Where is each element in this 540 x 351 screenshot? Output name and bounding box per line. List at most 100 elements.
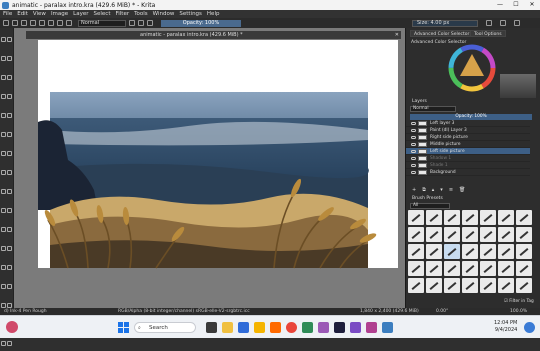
layer-row[interactable]: Right side picture	[406, 134, 530, 141]
mirror-vertical-icon[interactable]	[500, 20, 506, 26]
fill-tool-icon[interactable]	[7, 208, 12, 213]
menu-file[interactable]: File	[3, 11, 12, 17]
open-document-icon[interactable]	[12, 20, 18, 26]
dynamic-brush-icon[interactable]	[1, 151, 6, 156]
brush-preset-icon[interactable]	[66, 20, 72, 26]
visibility-eye-icon[interactable]	[411, 170, 416, 174]
brush-preset[interactable]	[498, 244, 514, 259]
freehand-select-icon[interactable]	[7, 284, 12, 289]
text-tool-icon[interactable]	[1, 56, 6, 61]
menu-edit[interactable]: Edit	[17, 11, 28, 17]
brush-preset[interactable]	[408, 210, 424, 225]
krita-taskbar-icon[interactable]	[382, 322, 393, 333]
save-icon[interactable]	[21, 20, 27, 26]
redo-icon[interactable]	[39, 20, 45, 26]
brush-preset[interactable]	[444, 261, 460, 276]
preserve-alpha-icon[interactable]	[138, 20, 144, 26]
document-tab[interactable]: animatic - paralax intro.kra (429.6 MiB)…	[26, 31, 401, 39]
enclose-fill-icon[interactable]	[1, 227, 6, 232]
layer-row[interactable]: Left layer 3	[406, 120, 530, 127]
brush-preset[interactable]	[426, 278, 442, 293]
gradient-tool-icon[interactable]	[7, 189, 12, 194]
measure-tool-icon[interactable]	[1, 246, 6, 251]
brush-preset[interactable]	[408, 278, 424, 293]
polyline-tool-icon[interactable]	[7, 113, 12, 118]
brush-preset[interactable]	[408, 244, 424, 259]
multibrush-icon[interactable]	[7, 151, 12, 156]
reload-preset-icon[interactable]	[147, 20, 153, 26]
visibility-eye-icon[interactable]	[411, 142, 416, 146]
delete-layer-icon[interactable]: 🗑	[459, 187, 465, 193]
opacity-slider[interactable]: Opacity: 100%	[161, 19, 241, 27]
line-tool-icon[interactable]	[7, 75, 12, 80]
reference-tool-icon[interactable]	[7, 246, 12, 251]
layer-properties-icon[interactable]: ≡	[449, 187, 453, 193]
app-icon[interactable]	[366, 322, 377, 333]
color-picker-icon[interactable]	[1, 208, 6, 213]
brush-preset[interactable]	[498, 227, 514, 242]
new-document-icon[interactable]	[3, 20, 9, 26]
brush-preset[interactable]	[516, 261, 532, 276]
document-close-icon[interactable]: ✕	[395, 31, 399, 39]
visibility-eye-icon[interactable]	[411, 156, 416, 160]
menu-layer[interactable]: Layer	[73, 11, 88, 17]
after-effects-icon[interactable]	[334, 322, 345, 333]
brush-preset[interactable]	[426, 210, 442, 225]
brush-preset[interactable]	[480, 244, 496, 259]
minimize-button[interactable]: —	[492, 0, 508, 10]
visibility-eye-icon[interactable]	[411, 121, 416, 125]
brush-preset[interactable]	[516, 278, 532, 293]
store-icon[interactable]	[318, 322, 329, 333]
menu-select[interactable]: Select	[94, 11, 111, 17]
maximize-button[interactable]: ☐	[508, 0, 524, 10]
brush-preset[interactable]	[462, 261, 478, 276]
layer-row[interactable]: Shade 1	[406, 162, 530, 169]
calligraphy-icon[interactable]	[7, 56, 12, 61]
filter-in-tag-checkbox[interactable]: ☑ Filter in Tag	[504, 299, 534, 304]
layer-row[interactable]: Background	[406, 169, 530, 176]
close-button[interactable]: ✕	[524, 0, 540, 10]
erase-mode-icon[interactable]	[129, 20, 135, 26]
brush-preset[interactable]	[444, 210, 460, 225]
brush-preset[interactable]	[516, 244, 532, 259]
layer-blend-select[interactable]: Normal	[410, 106, 456, 112]
brush-preset[interactable]	[444, 278, 460, 293]
chrome-icon[interactable]	[286, 322, 297, 333]
visibility-eye-icon[interactable]	[411, 163, 416, 167]
layer-row-selected[interactable]: Left side picture	[406, 148, 530, 155]
menu-filter[interactable]: Filter	[115, 11, 129, 17]
brush-preset[interactable]	[408, 227, 424, 242]
firefox-icon[interactable]	[270, 322, 281, 333]
taskbar-search[interactable]: Search	[134, 322, 196, 333]
blend-mode-select[interactable]: Normal	[78, 19, 126, 27]
undo-icon[interactable]	[30, 20, 36, 26]
move-icon[interactable]	[7, 170, 12, 175]
transform-icon[interactable]	[1, 170, 6, 175]
file-explorer-icon[interactable]	[222, 322, 233, 333]
select-shapes-icon[interactable]	[1, 37, 6, 42]
brush-preset[interactable]	[408, 261, 424, 276]
brush-preset[interactable]	[498, 261, 514, 276]
edit-shapes-icon[interactable]	[7, 37, 12, 42]
brush-preset[interactable]	[426, 261, 442, 276]
brush-preset[interactable]	[480, 210, 496, 225]
brush-preset[interactable]	[480, 261, 496, 276]
brush-preset[interactable]	[462, 210, 478, 225]
folder-icon[interactable]	[254, 322, 265, 333]
move-layer-up-icon[interactable]: ▴	[432, 187, 435, 193]
mirror-horizontal-icon[interactable]	[486, 20, 492, 26]
polygon-select-icon[interactable]	[1, 284, 6, 289]
pan-tool-icon[interactable]	[7, 341, 12, 346]
brush-preset[interactable]	[444, 227, 460, 242]
gradient-icon[interactable]	[48, 20, 54, 26]
taskview-icon[interactable]	[206, 322, 217, 333]
layer-row[interactable]: Paint (dl) Layer 3	[406, 127, 530, 134]
assistant-tool-icon[interactable]	[7, 227, 12, 232]
visibility-eye-icon[interactable]	[411, 128, 416, 132]
brush-preset[interactable]	[462, 278, 478, 293]
menu-help[interactable]: Help	[207, 11, 220, 17]
menu-tools[interactable]: Tools	[134, 11, 148, 17]
layer-row[interactable]: Middle picture	[406, 141, 530, 148]
zoom-tool-icon[interactable]	[1, 341, 6, 346]
start-button[interactable]	[118, 322, 129, 333]
